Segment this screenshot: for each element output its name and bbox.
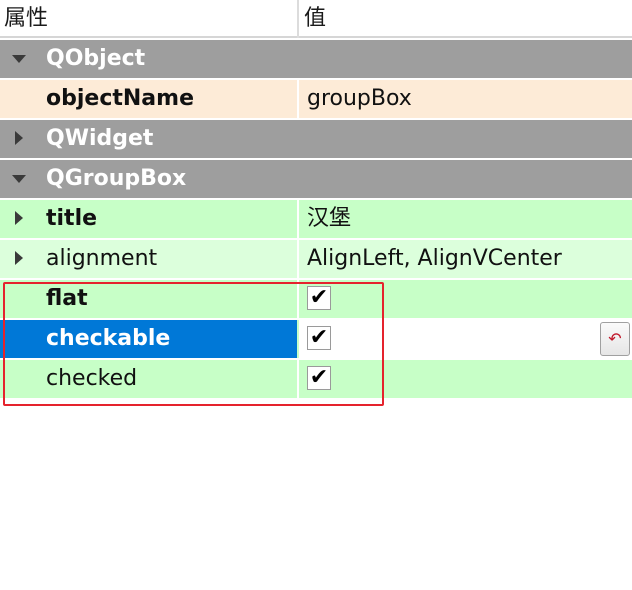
group-label: QWidget bbox=[46, 126, 154, 151]
expand-arrow-icon[interactable] bbox=[15, 131, 23, 145]
column-divider bbox=[297, 280, 299, 318]
group-row-qobject[interactable]: QObject bbox=[0, 40, 632, 80]
property-value[interactable]: 汉堡 bbox=[307, 200, 351, 238]
expand-arrow-icon[interactable] bbox=[15, 211, 23, 225]
property-row-flat[interactable]: flat ✔ bbox=[0, 280, 632, 320]
group-row-qgroupbox[interactable]: QGroupBox bbox=[0, 160, 632, 200]
property-name: title bbox=[46, 206, 98, 231]
checked-checkbox[interactable]: ✔ bbox=[307, 366, 331, 390]
property-editor-header: 属性 值 bbox=[0, 0, 632, 38]
group-label: QGroupBox bbox=[46, 166, 187, 191]
property-name: objectName bbox=[46, 86, 194, 111]
collapse-arrow-icon[interactable] bbox=[12, 55, 26, 63]
reset-value-button[interactable]: ↶ bbox=[600, 322, 630, 356]
value-column-header[interactable]: 值 bbox=[304, 0, 326, 36]
property-row-title[interactable]: title 汉堡 bbox=[0, 200, 632, 240]
column-divider bbox=[297, 240, 299, 278]
column-divider bbox=[297, 360, 299, 398]
property-row-alignment[interactable]: alignment AlignLeft, AlignVCenter bbox=[0, 240, 632, 280]
collapse-arrow-icon[interactable] bbox=[12, 175, 26, 183]
column-divider bbox=[297, 80, 299, 118]
header-divider[interactable] bbox=[297, 0, 299, 38]
property-row-checked[interactable]: checked ✔ bbox=[0, 360, 632, 400]
property-name: checkable bbox=[46, 326, 171, 351]
reset-arrow-icon: ↶ bbox=[608, 329, 622, 348]
property-value[interactable]: groupBox bbox=[307, 80, 412, 118]
value-editor bbox=[299, 320, 632, 358]
checkable-checkbox[interactable]: ✔ bbox=[307, 326, 331, 350]
property-column-header[interactable]: 属性 bbox=[4, 0, 48, 36]
property-name: flat bbox=[46, 286, 88, 311]
group-row-qwidget[interactable]: QWidget bbox=[0, 120, 632, 160]
property-row-checkable[interactable]: checkable ✔ ↶ bbox=[0, 320, 632, 360]
column-divider bbox=[297, 200, 299, 238]
property-name: checked bbox=[46, 366, 138, 391]
property-value[interactable]: AlignLeft, AlignVCenter bbox=[307, 240, 562, 278]
flat-checkbox[interactable]: ✔ bbox=[307, 286, 331, 310]
property-name: alignment bbox=[46, 246, 158, 271]
property-row-objectname[interactable]: objectName groupBox bbox=[0, 80, 632, 120]
group-label: QObject bbox=[46, 46, 146, 71]
expand-arrow-icon[interactable] bbox=[15, 251, 23, 265]
